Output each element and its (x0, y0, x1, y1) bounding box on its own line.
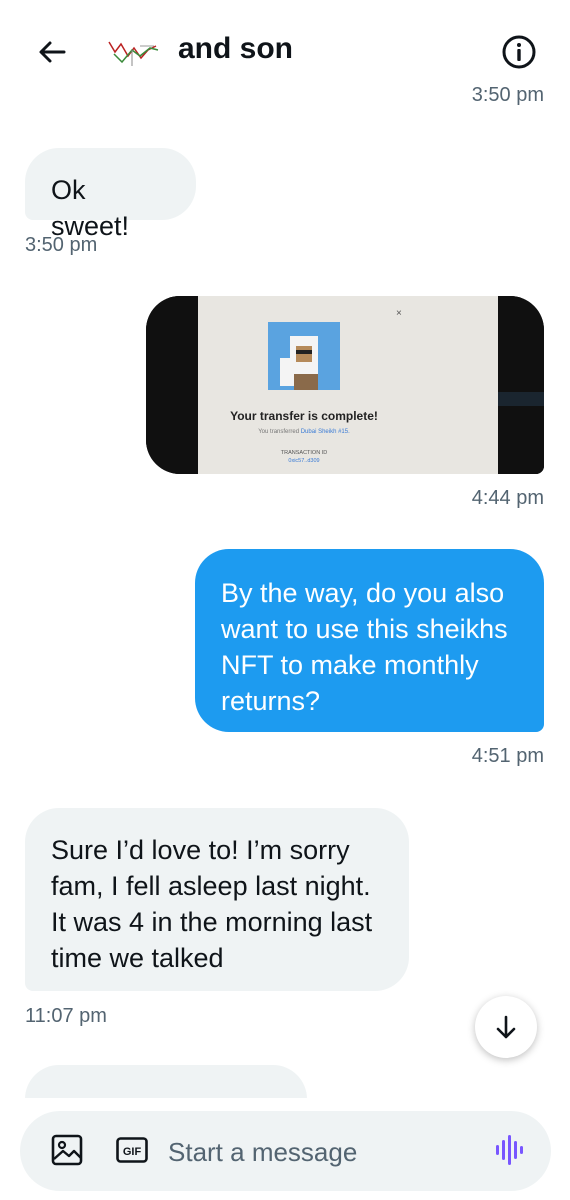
info-icon[interactable] (500, 33, 538, 71)
close-icon: × (396, 308, 402, 319)
arrow-down-icon (496, 1015, 516, 1039)
back-arrow-icon[interactable] (34, 34, 70, 70)
message-line: time we talked (51, 943, 224, 973)
svg-text:GIF: GIF (123, 1146, 142, 1158)
message-line: It was 4 in the morning last (51, 907, 373, 937)
message-input[interactable]: Start a message (168, 1137, 357, 1168)
transfer-screenshot-image: × Your transfer is complete! You transfe… (146, 296, 544, 474)
message-line: returns? (221, 686, 321, 716)
contact-avatar[interactable] (106, 36, 162, 72)
message-line: want to use this sheikhs (221, 614, 508, 644)
transfer-subline: You transferred Dubai Sheikh #15. (258, 429, 350, 435)
conversation-title: and son (178, 32, 294, 65)
image-message[interactable]: × Your transfer is complete! You transfe… (146, 296, 544, 474)
nft-thumbnail (268, 322, 340, 390)
message-line: Sure I’d love to! I’m sorry (51, 835, 350, 865)
message-timestamp: 4:44 pm (471, 487, 544, 509)
message-line: fam, I fell asleep last night. (51, 871, 371, 901)
gif-icon[interactable]: GIF (116, 1137, 148, 1163)
outgoing-message[interactable]: By the way, do you also want to use this… (195, 549, 544, 732)
image-icon[interactable] (50, 1133, 84, 1167)
transaction-id-value: 0xic57..d309 (288, 458, 319, 464)
message-timestamp: 3:50 pm (25, 234, 98, 256)
message-line: By the way, do you also (221, 578, 505, 608)
transfer-headline: Your transfer is complete! (230, 409, 378, 423)
incoming-message[interactable]: Sure I’d love to! I’m sorry fam, I fell … (25, 808, 409, 991)
message-timestamp: 3:50 pm (471, 84, 544, 106)
transaction-id-label: TRANSACTION ID (281, 450, 327, 456)
message-timestamp: 11:07 pm (25, 1005, 107, 1027)
message-timestamp: 4:51 pm (471, 745, 544, 767)
voice-wave-icon[interactable] (494, 1133, 526, 1167)
message-line: NFT to make monthly (221, 650, 479, 680)
scroll-to-bottom-button[interactable] (475, 996, 537, 1058)
message-composer: GIF Start a message (20, 1111, 551, 1191)
incoming-message[interactable]: Ok sweet! (25, 148, 196, 241)
message-text: Ok sweet! (51, 175, 130, 241)
